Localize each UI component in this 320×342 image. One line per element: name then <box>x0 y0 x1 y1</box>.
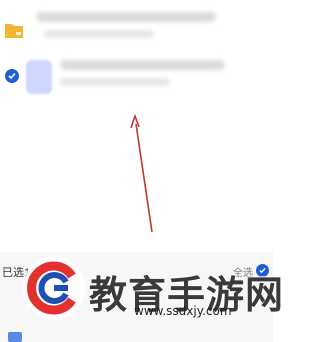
checkbox-checked-icon[interactable] <box>5 69 19 83</box>
file-meta-blurred <box>44 30 154 38</box>
file-row-folder[interactable] <box>0 8 273 52</box>
file-meta-blurred <box>60 78 170 86</box>
folder-icon <box>4 20 24 40</box>
file-name-blurred <box>60 60 225 70</box>
image-thumbnail <box>26 60 52 94</box>
logo-icon <box>24 258 84 318</box>
watermark: 教育手游网 www.ssdxjy.com <box>24 258 283 330</box>
watermark-url: www.ssdxjy.com <box>134 304 232 318</box>
file-row-selected[interactable] <box>0 56 273 100</box>
file-name-blurred <box>36 12 216 22</box>
bottom-blue-icon <box>8 332 22 342</box>
